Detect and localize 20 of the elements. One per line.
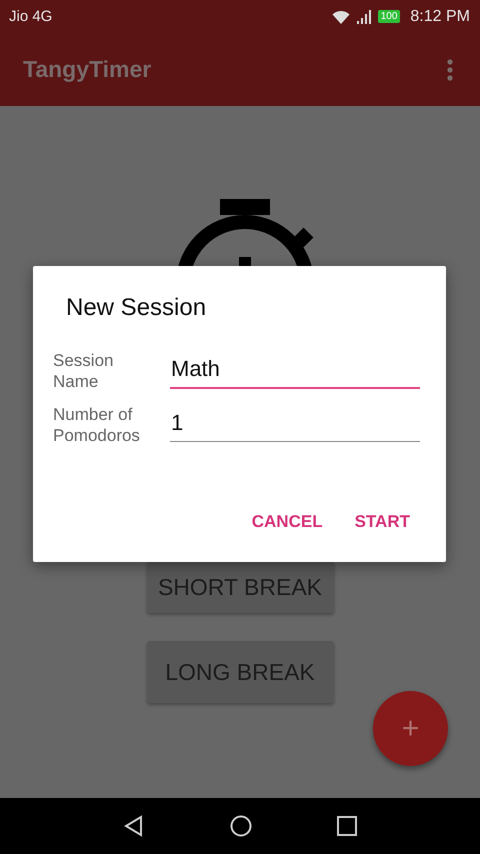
input-field[interactable]: 1	[170, 404, 420, 442]
back-icon[interactable]	[122, 815, 145, 837]
clock-time: 8:12 PM	[410, 8, 470, 26]
recents-icon[interactable]	[337, 816, 358, 836]
app-title: TangyTimer	[23, 56, 152, 83]
carrier-label: Jio 4G	[9, 8, 52, 25]
dialog-action-button[interactable]: START	[344, 504, 420, 540]
wifi-icon	[332, 10, 350, 24]
dialog-title: New Session	[66, 294, 208, 322]
field-label: Session Name	[53, 350, 114, 392]
dialog-action-button[interactable]: CANCEL	[242, 504, 333, 540]
signal-icon	[356, 10, 372, 24]
home-icon[interactable]	[230, 815, 252, 837]
add-button[interactable]: +	[373, 691, 448, 766]
battery-indicator: 100	[378, 10, 400, 23]
break-button[interactable]: SHORT BREAK	[146, 561, 334, 613]
input-field[interactable]: Math	[170, 350, 420, 389]
more-options-icon[interactable]	[446, 58, 454, 82]
field-label: Number of Pomodoros	[53, 404, 141, 446]
break-button[interactable]: LONG BREAK	[146, 641, 334, 703]
